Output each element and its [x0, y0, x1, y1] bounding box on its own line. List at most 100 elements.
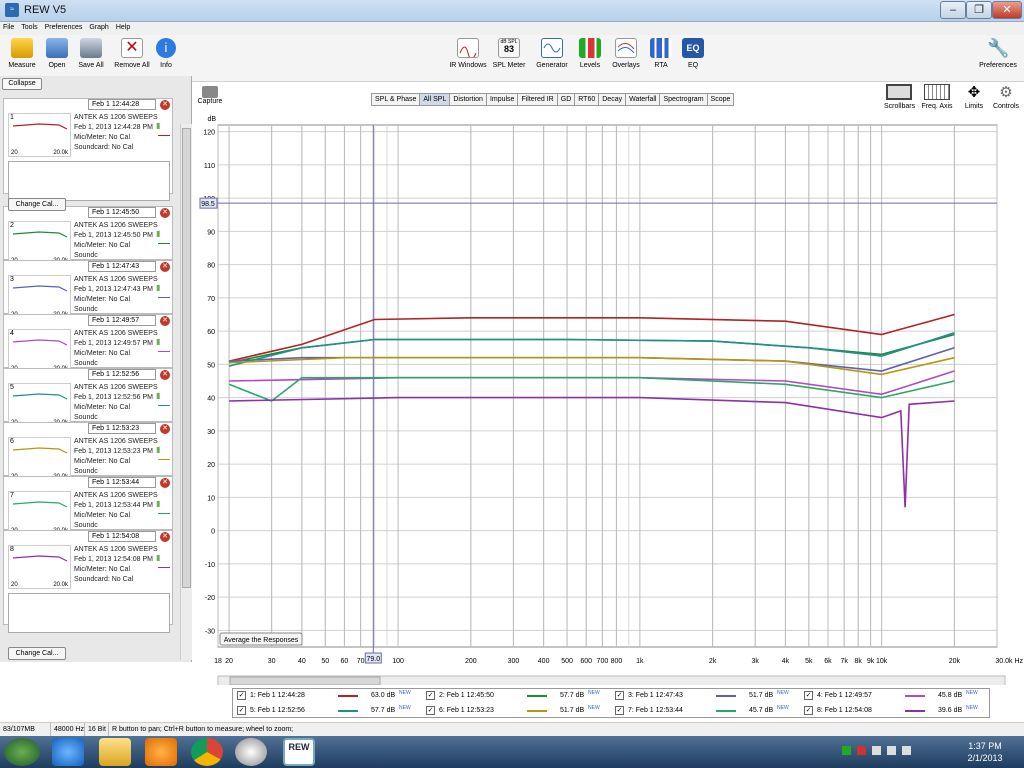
graph-h-scrollbar-thumb[interactable] [229, 676, 381, 686]
controls-button[interactable]: ⚙ Controls [990, 84, 1022, 110]
change-cal-button[interactable]: Change Cal... [8, 198, 66, 211]
graph-toggle-icon[interactable]: ▮ [156, 553, 160, 562]
volume-icon[interactable] [872, 746, 881, 755]
legend-item[interactable]: ✓ 7: Feb 1 12:53:44 45.7 dB NEW [611, 704, 798, 718]
measurement-date-field[interactable]: Feb 1 12:53:44 [88, 477, 156, 488]
measurement-date-field[interactable]: Feb 1 12:44:28 [88, 99, 156, 110]
tab-filtered-ir[interactable]: Filtered IR [517, 93, 558, 106]
trace-checkbox[interactable]: ✓ [804, 706, 813, 715]
menu-graph[interactable]: Graph [89, 22, 108, 35]
menu-file[interactable]: File [3, 22, 14, 35]
tab-waterfall[interactable]: Waterfall [625, 93, 661, 106]
measurement-card[interactable]: Feb 1 12:53:23 ✕ 62020.0kANTEK AS 1206 SWE… [3, 422, 173, 481]
spl-meter-button[interactable]: dB SPL 83 SPL Meter [489, 38, 529, 69]
measurement-date-field[interactable]: Feb 1 12:45:50 [88, 207, 156, 218]
change-cal-button[interactable]: Change Cal... [8, 647, 66, 660]
tab-impulse[interactable]: Impulse [485, 93, 519, 106]
measurement-card[interactable]: Feb 1 12:52:56 ✕ 52020.0kANTEK AS 1206 SWE… [3, 368, 173, 427]
legend-item[interactable]: ✓ 2: Feb 1 12:45:50 57.7 dB NEW [422, 689, 609, 703]
levels-button[interactable]: Levels [570, 38, 610, 69]
measurement-date-field[interactable]: Feb 1 12:49:57 [88, 315, 156, 326]
explorer-icon[interactable] [99, 738, 131, 766]
trace-color-swatch[interactable] [158, 243, 170, 244]
flag-icon[interactable] [887, 746, 896, 755]
scrollbars-button[interactable]: Scrollbars [884, 84, 915, 110]
trace-checkbox[interactable]: ✓ [237, 706, 246, 715]
spl-chart-svg[interactable]: 1201101009080706050403020100-10-20-30dB1… [198, 113, 1024, 687]
network-icon[interactable] [902, 746, 911, 755]
trace-color-swatch[interactable] [158, 351, 170, 352]
tab-decay[interactable]: Decay [598, 93, 627, 106]
save-all-button[interactable]: Save All [71, 38, 111, 69]
close-button[interactable]: ✕ [992, 1, 1022, 19]
tab-all-spl[interactable]: All SPL [419, 93, 451, 106]
system-clock[interactable]: 1:37 PM 2/1/2013 [955, 740, 1015, 764]
tab-rt60[interactable]: RT60 [574, 93, 600, 106]
graph-toggle-icon[interactable]: ▮ [156, 337, 160, 346]
graph-toggle-icon[interactable]: ▮ [156, 391, 160, 400]
trace-checkbox[interactable]: ✓ [804, 691, 813, 700]
freq-axis-button[interactable]: Freq. Axis [920, 84, 954, 110]
notes-area[interactable] [8, 161, 170, 201]
graph-toggle-icon[interactable]: ▮ [156, 283, 160, 292]
capture-button[interactable]: Capture [196, 86, 224, 105]
chrome-icon[interactable] [191, 738, 223, 766]
trace-color-swatch[interactable] [158, 297, 170, 298]
legend-item[interactable]: ✓ 3: Feb 1 12:47:43 51.7 dB NEW [611, 689, 798, 703]
measurement-date-field[interactable]: Feb 1 12:53:23 [88, 423, 156, 434]
delete-measurement-icon[interactable]: ✕ [160, 478, 170, 488]
security-icon[interactable] [842, 746, 851, 755]
graph-toggle-icon[interactable]: ▮ [156, 229, 160, 238]
tab-spectrogram[interactable]: Spectrogram [659, 93, 708, 106]
trace-color-swatch[interactable] [158, 459, 170, 460]
measurement-card[interactable]: Feb 1 12:45:50 ✕ 22020.0kANTEK AS 1206 SWE… [3, 206, 173, 265]
trace-color-swatch[interactable] [158, 513, 170, 514]
trace-checkbox[interactable]: ✓ [426, 691, 435, 700]
measurement-card[interactable]: Feb 1 12:53:44 ✕ 72020.0kANTEK AS 1206 SWE… [3, 476, 173, 535]
trace-color-swatch[interactable] [158, 567, 170, 568]
legend-item[interactable]: ✓ 4: Feb 1 12:49:57 45.8 dB NEW [800, 689, 987, 703]
measurement-card[interactable]: Feb 1 12:49:57 ✕ 42020.0kANTEK AS 1206 SWE… [3, 314, 173, 373]
legend-item[interactable]: ✓ 1: Feb 1 12:44:28 63.0 dB NEW [233, 689, 420, 703]
start-button[interactable] [4, 738, 40, 766]
tab-spl-phase[interactable]: SPL & Phase [371, 93, 421, 106]
media-icon[interactable] [145, 738, 177, 766]
delete-measurement-icon[interactable]: ✕ [160, 532, 170, 542]
measurement-date-field[interactable]: Feb 1 12:52:56 [88, 369, 156, 380]
eq-button[interactable]: EQ EQ [673, 38, 713, 69]
minimize-button[interactable]: ‒ [940, 1, 966, 19]
graph-toggle-icon[interactable]: ▮ [156, 121, 160, 130]
trace-color-swatch[interactable] [158, 405, 170, 406]
limits-button[interactable]: ✥ Limits [960, 84, 988, 110]
measurement-card[interactable]: Feb 1 12:54:08 ✕ 8 20 20.0k ANTEK AS 1206 SWE… [3, 530, 173, 633]
delete-measurement-icon[interactable]: ✕ [160, 262, 170, 272]
delete-measurement-icon[interactable]: ✕ [160, 208, 170, 218]
trace-checkbox[interactable]: ✓ [237, 691, 246, 700]
scrollbar-thumb[interactable] [182, 128, 191, 588]
graph-toggle-icon[interactable]: ▮ [156, 445, 160, 454]
graph-toggle-icon[interactable]: ▮ [156, 499, 160, 508]
ie-icon[interactable] [52, 738, 84, 766]
generator-button[interactable]: Generator [532, 38, 572, 69]
trace-color-swatch[interactable] [158, 135, 170, 136]
panel-scrollbar[interactable] [180, 124, 192, 660]
measurement-card[interactable]: Feb 1 12:44:28 ✕ 1 20 20.0k ANTEK AS 1206 SWE… [3, 98, 173, 201]
overlays-button[interactable]: Overlays [606, 38, 646, 69]
spl-graph[interactable]: 1201101009080706050403020100-10-20-30dB1… [198, 113, 1024, 687]
collapse-button[interactable]: Collapse [2, 78, 42, 90]
menu-preferences[interactable]: Preferences [45, 22, 83, 35]
delete-measurement-icon[interactable]: ✕ [160, 370, 170, 380]
trace-checkbox[interactable]: ✓ [615, 706, 624, 715]
delete-measurement-icon[interactable]: ✕ [160, 424, 170, 434]
rew-icon[interactable]: REW [283, 738, 315, 766]
legend-item[interactable]: ✓ 8: Feb 1 12:54:08 39.6 dB NEW [800, 704, 987, 718]
maximize-button[interactable]: ❐ [966, 1, 992, 19]
tab-distortion[interactable]: Distortion [449, 93, 487, 106]
tab-scope[interactable]: Scope [706, 93, 735, 106]
alert-icon[interactable] [857, 746, 866, 755]
delete-measurement-icon[interactable]: ✕ [160, 100, 170, 110]
legend-item[interactable]: ✓ 5: Feb 1 12:52:56 57.7 dB NEW [233, 704, 420, 718]
trace-checkbox[interactable]: ✓ [426, 706, 435, 715]
measurement-card[interactable]: Feb 1 12:47:43 ✕ 32020.0kANTEK AS 1206 SWE… [3, 260, 173, 319]
measurement-date-field[interactable]: Feb 1 12:47:43 [88, 261, 156, 272]
